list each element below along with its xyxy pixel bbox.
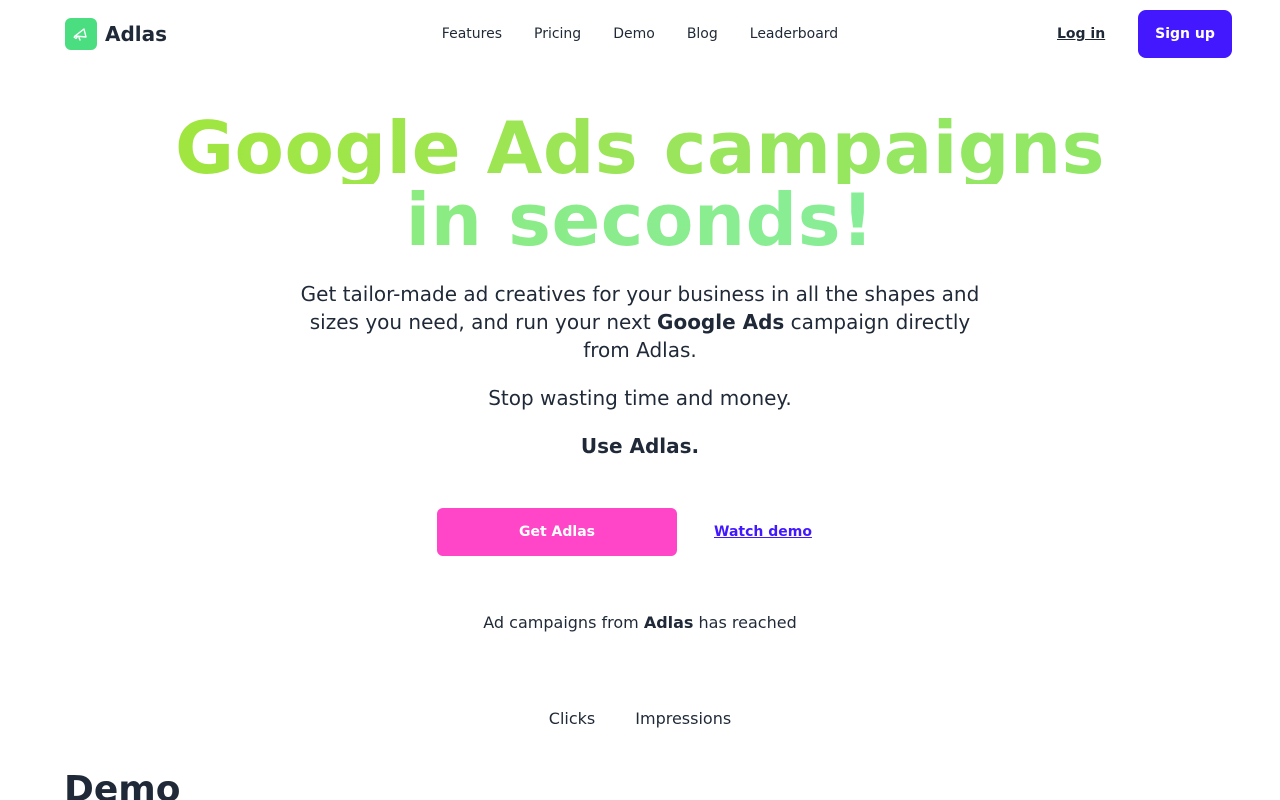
nav-pricing[interactable]: Pricing: [534, 25, 581, 43]
login-link[interactable]: Log in: [1057, 25, 1105, 43]
reach-brand: Adlas: [643, 613, 694, 632]
brand[interactable]: Adlas: [65, 18, 167, 50]
landing-page: Adlas Features Pricing Demo Blog Leaderb…: [0, 0, 1280, 800]
reach-text: Ad campaigns from Adlas has reached: [0, 613, 1280, 633]
megaphone-icon: [65, 18, 97, 50]
signup-button[interactable]: Sign up: [1138, 10, 1232, 58]
site-header: Adlas Features Pricing Demo Blog Leaderb…: [0, 0, 1280, 68]
nav-blog[interactable]: Blog: [687, 25, 718, 43]
brand-name: Adlas: [105, 22, 168, 46]
nav-leaderboard[interactable]: Leaderboard: [750, 25, 838, 43]
nav-demo[interactable]: Demo: [613, 25, 655, 43]
hero-title-line1: Google Ads campaigns: [0, 112, 1280, 184]
get-adlas-button[interactable]: Get Adlas: [437, 508, 677, 556]
stats-row: Clicks Impressions: [0, 709, 1280, 729]
stop-text: Stop wasting time and money.: [488, 386, 792, 410]
nav-features[interactable]: Features: [442, 25, 502, 43]
lead-bold: Google Ads: [657, 310, 785, 334]
clicks-label: Clicks: [548, 709, 596, 728]
use-text: Use Adlas.: [580, 434, 700, 458]
hero-lead: Get tailor-made ad creatives for your bu…: [290, 280, 990, 364]
reach-prefix: Ad campaigns from: [483, 613, 644, 632]
impressions-label: Impressions: [635, 709, 732, 728]
watch-demo-link[interactable]: Watch demo: [714, 523, 812, 541]
hero-title-line2: in seconds!: [0, 184, 1280, 256]
reach-suffix: has reached: [693, 613, 797, 632]
hero-title: Google Ads campaigns in seconds!: [0, 112, 1280, 256]
demo-heading: Demo: [64, 769, 181, 800]
